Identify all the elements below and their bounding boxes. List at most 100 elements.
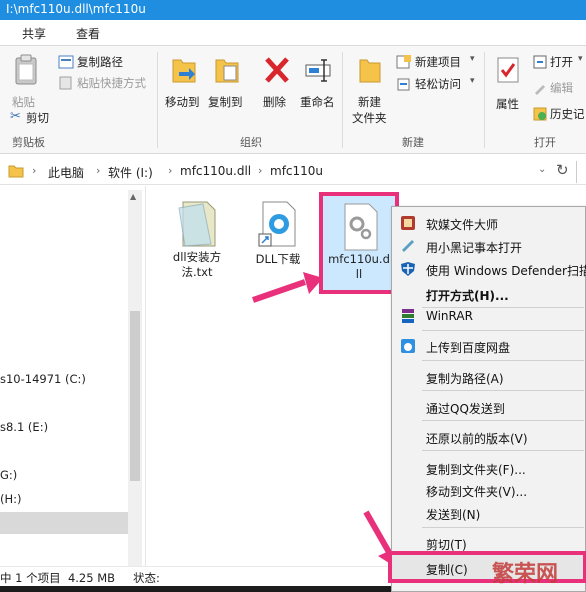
edit-label: 编辑 [550, 81, 573, 95]
paste-shortcut-icon [59, 76, 72, 90]
menu-item-open-with[interactable]: 打开方式(H)... [392, 283, 586, 305]
menu-item-copy-to-folder[interactable]: 复制到文件夹(F)... [392, 457, 586, 479]
new-folder-label-2: 文件夹 [352, 111, 387, 125]
selected-file-item[interactable]: mfc110u.d ll [319, 192, 399, 294]
ribbon: 粘贴 复制路径 粘贴快捷方式 ✂ 剪切 剪贴板 移动到 复制到 删除 重命名 组… [0, 46, 586, 154]
menu-separator [422, 450, 584, 451]
status-label: 状态: [133, 571, 160, 585]
address-bar[interactable]: › 此电脑 › 软件 (I:) › mfc110u.dll › mfc110u … [0, 159, 586, 185]
move-to-icon [172, 59, 196, 83]
edit-pencil-icon [535, 85, 545, 95]
file-name: dll安装方 法.txt [172, 250, 222, 279]
rename-icon [305, 59, 331, 82]
scissors-icon: ✂ [10, 109, 21, 124]
new-folder-button[interactable]: 新建 文件夹 [350, 50, 390, 130]
menu-separator [422, 330, 584, 331]
file-name: DLL下载 [255, 252, 301, 266]
history-icon [533, 107, 547, 121]
chevron-right-icon: › [96, 164, 101, 177]
paste-shortcut-label: 粘贴快捷方式 [77, 76, 146, 90]
menu-item-winrar[interactable]: WinRAR [392, 305, 586, 327]
breadcrumb-dll-folder[interactable]: mfc110u.dll [180, 164, 251, 178]
properties-button[interactable]: 属性 [492, 50, 526, 120]
menu-item-defender[interactable]: 使用 Windows Defender扫描 [392, 258, 586, 280]
scroll-up-arrow-icon[interactable]: ▲ [130, 192, 136, 201]
menu-item-restore-versions[interactable]: 还原以前的版本(V) [392, 426, 586, 448]
file-name: mfc110u.d ll [328, 252, 390, 281]
easy-access-label: 轻松访问 [415, 77, 461, 91]
nav-scroll-thumb[interactable] [130, 311, 140, 481]
window-title: I:\mfc110u.dll\mfc110u [6, 2, 146, 16]
copy-path-label: 复制路径 [77, 55, 123, 69]
winrar-icon [402, 309, 414, 323]
dll-file-icon [344, 203, 378, 251]
new-item-icon [396, 55, 411, 69]
paste-label: 粘贴 [12, 95, 35, 109]
new-folder-label-1: 新建 [358, 95, 381, 109]
search-box-edge[interactable] [576, 161, 586, 183]
tab-share[interactable]: 共享 [22, 25, 46, 42]
chevron-right-icon: › [32, 164, 37, 177]
baidu-cloud-icon [401, 339, 415, 353]
refresh-icon[interactable]: ↻ [556, 161, 569, 179]
notepad-icon [402, 240, 414, 252]
chevron-down-icon: ▾ [578, 54, 583, 64]
history-dropdown-icon[interactable]: ⌄ [538, 164, 546, 175]
menu-separator [422, 420, 584, 421]
breadcrumb-current[interactable]: mfc110u [270, 164, 323, 178]
selection-info: 中 1 个项目 4.25 MB [0, 571, 116, 585]
nav-item-drive-h[interactable]: (H:) [0, 492, 22, 506]
text-file-icon [178, 201, 216, 247]
rename-button[interactable]: 重命名 [298, 50, 338, 120]
context-menu: 软媒文件大师 用小黑记事本打开 使用 Windows Defender扫描 打开… [388, 206, 586, 592]
menu-item-notepad[interactable]: 用小黑记事本打开 [392, 235, 586, 257]
menu-separator [422, 390, 584, 391]
watermark: 繁荣网 [492, 562, 559, 587]
nav-item-drive-g[interactable]: G:) [0, 468, 17, 482]
menu-item-baidu-upload[interactable]: 上传到百度网盘 [392, 335, 586, 357]
chevron-right-icon: › [168, 164, 173, 177]
new-folder-icon [359, 59, 381, 83]
defender-shield-icon [401, 262, 415, 276]
move-to-button[interactable]: 移动到 [165, 50, 201, 120]
copy-to-button[interactable]: 复制到 [208, 50, 244, 120]
organize-group-label: 组织 [240, 136, 262, 149]
delete-x-icon [265, 57, 289, 83]
nav-item-drive-e[interactable]: s8.1 (E:) [0, 420, 48, 434]
menu-separator [422, 360, 584, 361]
clipboard-icon [15, 54, 37, 85]
menu-item-ruanmei[interactable]: 软媒文件大师 [392, 212, 586, 234]
rename-label: 重命名 [300, 95, 335, 109]
clipboard-group-label: 剪贴板 [12, 136, 45, 149]
annotation-arrow-icon [252, 272, 323, 303]
tab-view[interactable]: 查看 [76, 25, 100, 42]
open-icon [533, 55, 547, 69]
menu-item-move-to-folder[interactable]: 移动到文件夹(V)... [392, 479, 586, 501]
group-divider [157, 52, 158, 148]
menu-item-send-qq[interactable]: 通过QQ发送到 [392, 396, 586, 418]
move-to-label: 移动到 [165, 95, 200, 109]
ruanmei-icon [401, 216, 415, 230]
open-label: 打开 [550, 55, 573, 69]
breadcrumb-drive[interactable]: 软件 (I:) [108, 164, 153, 181]
history-label: 历史记 [550, 107, 585, 121]
delete-label: 删除 [263, 95, 286, 109]
delete-button[interactable]: 删除 [260, 50, 294, 120]
group-divider [342, 52, 343, 148]
file-item[interactable]: dll安装方 法.txt [165, 196, 229, 286]
chevron-down-icon: ▾ [470, 76, 475, 86]
paste-button[interactable]: 粘贴 [8, 50, 42, 118]
nav-item-selected[interactable] [0, 512, 128, 534]
properties-label: 属性 [496, 97, 519, 111]
new-group-label: 新建 [402, 136, 424, 149]
breadcrumb-this-pc[interactable]: 此电脑 [48, 164, 84, 181]
shortcut-icon [258, 201, 296, 247]
nav-item-drive-c[interactable]: s10-14971 (C:) [0, 372, 86, 386]
menu-item-send-to[interactable]: 发送到(N) [392, 502, 586, 524]
folder-icon [8, 165, 24, 178]
chevron-down-icon: ▾ [470, 54, 475, 64]
menu-item-copy-as-path[interactable]: 复制为路径(A) [392, 366, 586, 388]
ribbon-tabs: 共享 查看 [0, 20, 586, 46]
menu-separator [422, 527, 584, 528]
copy-path-icon [58, 55, 74, 69]
